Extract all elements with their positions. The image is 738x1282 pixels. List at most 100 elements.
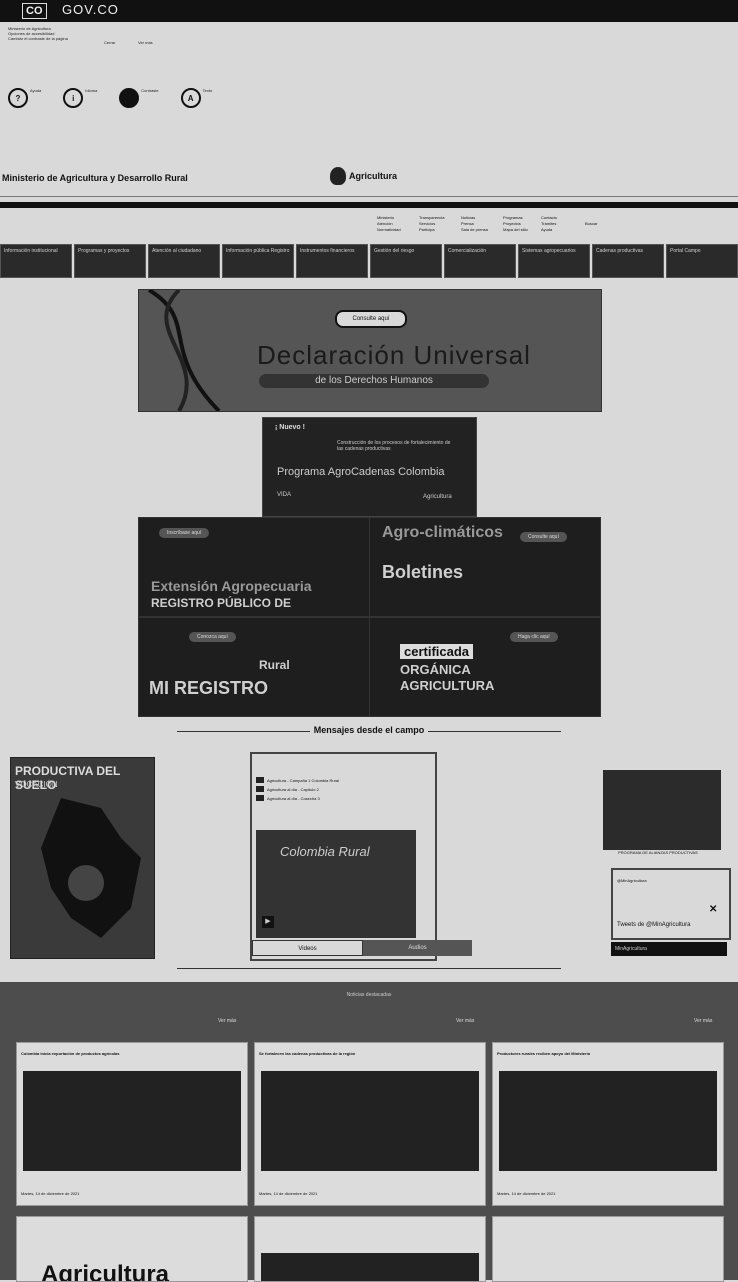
alianzas-caption: PROGRAMA DE ALIANZAS PRODUCTIVAS [618,850,698,855]
text-size-button[interactable]: A Texto [180,88,213,108]
promo-title: Programa AgroCadenas Colombia [277,466,445,478]
see-more-link[interactable]: Ver más [218,1018,236,1024]
logo-text: Agricultura [349,171,398,181]
play-icon[interactable]: ▶ [262,916,274,928]
nav-column: Ministerio Atención Normatividad [377,215,401,233]
nav-item[interactable]: Mapa del sitio [503,227,528,233]
nav-item[interactable]: Sala de prensa [461,227,488,233]
video-row[interactable]: Agricultura al día - Capítulo 2 [256,786,431,792]
boletines-title: Boletines [382,562,464,582]
news-card[interactable]: Productores rurales reciben apoyo del Mi… [492,1042,724,1206]
see-more-link[interactable]: Ver más [138,40,153,45]
video-row[interactable]: Agricultura al día - Cosecha 3 [256,795,431,801]
promo-badge: VIDA [277,492,292,498]
close-link[interactable]: Cerrar [104,40,115,45]
quick-link-tile[interactable]: Información pública Registro [222,244,294,278]
language-button[interactable]: i Idioma [63,88,97,108]
twitter-link[interactable]: MinAgricultura [611,942,727,956]
video-row-title: Agricultura al día - Cosecha 3 [267,795,320,801]
quick-link-tile[interactable]: Atención al ciudadano [148,244,220,278]
news-title: Colombia inicia exportación de productos… [21,1051,120,1056]
tweet-text: @MinAgricultura [617,878,647,883]
intro-line: Cambiar el contraste de la página [8,36,68,41]
quick-link-tile[interactable]: Programas y proyectos [74,244,146,278]
video-brand: Colombia Rural [280,844,370,859]
news-date: Martes, 14 de diciembre de 2021 [21,1191,80,1196]
hero-banner[interactable]: Consulte aquí Declaración Universal de l… [138,289,602,412]
gov-bar: CO GOV.CO [0,0,738,22]
news-card[interactable] [254,1216,486,1282]
video-thumb [256,795,264,801]
see-more-link[interactable]: Ver más [456,1018,474,1024]
divider [0,196,738,197]
quick-link-tile[interactable]: Gestión del riesgo [370,244,442,278]
quick-link-tile[interactable]: Portal Campo [666,244,738,278]
nav-item[interactable]: Normatividad [377,227,401,233]
section-heading: Mensajes desde el campo [0,725,738,735]
accessibility-intro: Ministerio de Agricultura Opciones de ac… [8,26,238,41]
promo-card[interactable]: ¡ Nuevo ! Construcción de los procesos d… [262,417,477,517]
news-title: Productores rurales reciben apoyo del Mi… [497,1051,591,1056]
text-size-label: Texto [202,88,213,93]
soil-map-card[interactable]: PRODUCTIVA DEL SUELO VOCACIÓN [10,757,155,959]
tab-audios[interactable]: Audios [363,940,472,956]
help-label: Ayuda [30,88,42,93]
help-button[interactable]: ? Ayuda [8,88,41,108]
tab-videos[interactable]: Videos [252,940,363,956]
video-thumb [256,786,264,792]
see-more-link[interactable]: Ver más [694,1018,712,1024]
nav-column: Transparencia Servicios Participa [419,215,444,233]
nav-item[interactable]: Participa [419,227,444,233]
organica-card[interactable]: Haga clic aquí certificada ORGÁNICA AGRI… [369,617,601,717]
nav-item[interactable]: Buscar [585,221,597,227]
news-card[interactable]: Colombia inicia exportación de productos… [16,1042,248,1206]
accessibility-buttons: ? Ayuda i Idioma Contraste A Texto [8,88,212,108]
news-image [261,1253,479,1281]
nav-item[interactable]: Ayuda [541,227,557,233]
quick-links-strip: Información institucional Programas y pr… [0,244,738,278]
quick-link-tile[interactable]: Información institucional [0,244,72,278]
quick-link-tile[interactable]: Sistemas agropecuarios [518,244,590,278]
quick-link-tile[interactable]: Instrumentos financieros [296,244,368,278]
ministry-name[interactable]: Ministerio de Agricultura y Desarrollo R… [2,173,188,183]
video-player[interactable]: Colombia Rural ▶ [256,830,416,938]
mi-registro-card[interactable]: Conozca aquí Rural MI REGISTRO [138,617,370,717]
twitter-widget: @MinAgricultura ✕ Tweets de @MinAgricult… [611,868,731,940]
news-card[interactable] [492,1216,724,1282]
alianzas-image[interactable]: PROGRAMA DE ALIANZAS PRODUCTIVAS [603,770,721,855]
new-badge: ¡ Nuevo ! [275,424,305,431]
hero-title: Declaración Universal [257,340,531,370]
consult-button[interactable]: Consulte aquí [335,310,407,328]
agricultura-logo[interactable]: Agricultura [330,167,397,185]
news-image [23,1071,241,1171]
help-icon: ? [8,88,28,108]
registro-title: REGISTRO PÚBLICO DE [151,596,292,610]
boletines-card[interactable]: Agro-climáticos Boletines Consulte aquí [369,517,601,617]
quick-link-tile[interactable]: Comercialización [444,244,516,278]
tweets-title: Tweets de @MinAgricultura [617,922,691,928]
registro-card[interactable]: Inscríbase aquí Extensión Agropecuaria R… [138,517,370,617]
video-row-title: Agricultura - Campaña 1 Colombia Rural [267,777,340,783]
know-button[interactable]: Conozca aquí [189,632,236,642]
header-divider [0,202,738,208]
news-date: Martes, 14 de diciembre de 2021 [497,1191,556,1196]
govco-logo[interactable]: GOV.CO [62,2,119,17]
news-image [261,1071,479,1171]
video-row[interactable]: Agricultura - Campaña 1 Colombia Rural [256,777,431,783]
close-icon[interactable]: ✕ [709,904,717,915]
news-heading: Noticias destacadas [346,992,392,998]
nav-column: Programas Proyectos Mapa del sitio [503,215,528,233]
organica-certified: certificada [400,644,474,659]
contrast-button[interactable]: Contraste [119,88,159,108]
hero-subtitle: de los Derechos Humanos [259,374,489,388]
news-card[interactable]: Se fortalecen las cadenas productivas de… [254,1042,486,1206]
click-here-button[interactable]: Haga clic aquí [510,632,558,642]
section-heading-text: Mensajes desde el campo [309,725,429,735]
text-icon: A [180,88,201,108]
register-button[interactable]: Inscríbase aquí [159,528,210,538]
organica-word1: AGRICULTURA [400,678,495,693]
news-card[interactable]: Agricultura [16,1216,248,1282]
boletines-subtitle: Agro-climáticos [382,524,503,541]
quick-link-tile[interactable]: Cadenas productivas [592,244,664,278]
consult-button[interactable]: Consulte aquí [520,532,567,542]
